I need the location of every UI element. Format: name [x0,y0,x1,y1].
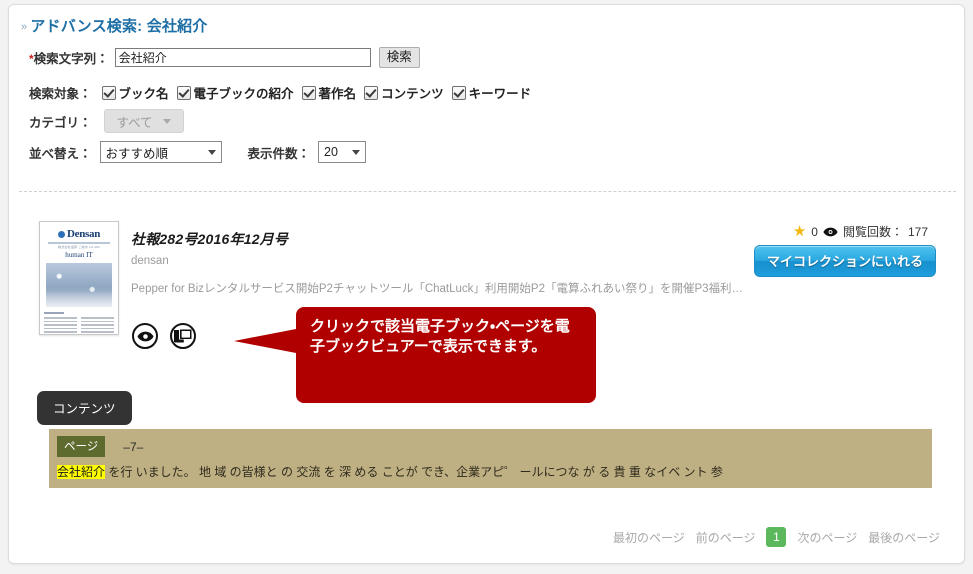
checkbox-author[interactable]: 著作名 [301,83,357,102]
content-hit-page-row: ページ –7– [57,436,924,457]
checkbox-label: コンテンツ [381,87,444,101]
pager-first[interactable]: 最初のページ [613,529,685,546]
book-thumbnail[interactable]: Densan 株式会社電算 ご案内 vol.282 human IT [39,221,119,335]
add-to-my-collection-button[interactable]: マイコレクションにいれる [753,245,936,277]
pager-next[interactable]: 次のページ [797,529,857,546]
keyword-row: *検索文字列： 検索 [29,47,420,68]
pager-prev[interactable]: 前のページ [696,529,756,546]
sort-row: 並べ替え： おすすめ順 表示件数： 20 [29,141,367,163]
content-hit-text: 会社紹介 を行 いました。 地 域 の皆様と の 交流 を 深 める ことが で… [57,463,924,480]
views-eye-icon [823,225,838,239]
checkbox-book-name[interactable]: ブック名 [101,83,169,102]
chevron-down-icon [352,149,361,155]
search-panel: »アドバンス検索: 会社紹介 *検索文字列： 検索 検索対象： ブック名 電子ブ… [8,4,965,564]
count-select-value: 20 [324,145,338,159]
keyword-label: *検索文字列： [29,48,109,67]
result-author: densan [131,255,169,267]
thumbnail-tagline: human IT [65,251,93,259]
logo-mark-icon [57,231,65,238]
preview-icon[interactable] [132,323,158,349]
thumbnail-caption-bar [44,312,64,314]
category-select-value: すべて [116,115,153,130]
tooltip-callout: クリックで該当電子ブック・ページを電子ブックビュアーで表示できます。 [234,307,596,403]
content-hit-box: ページ –7– 会社紹介 を行 いました。 地 域 の皆様と の 交流 を 深 … [49,429,932,488]
thumbnail-logo-text: Densan [66,228,101,240]
page-number: –7– [123,439,144,454]
checkbox-icon [176,85,191,100]
checkbox-keyword[interactable]: キーワード [451,83,532,102]
views-value: 177 [907,224,928,239]
checkbox-icon [451,85,466,100]
rating-value: 0 [811,224,818,239]
search-input[interactable] [114,48,371,67]
checkbox-contents[interactable]: コンテンツ [364,83,444,102]
tab-contents[interactable]: コンテンツ [37,391,132,425]
search-button[interactable]: 検索 [378,47,420,68]
views-label: 閲覧回数： [842,225,903,239]
page-title-text: アドバンス検索: 会社紹介 [30,18,208,35]
category-row: カテゴリ： すべて [29,109,184,133]
checkbox-label: ブック名 [118,87,169,101]
checkbox-icon [101,85,116,100]
tooltip-callout-text: クリックで該当電子ブック・ページを電子ブックビュアーで表示できます。 [310,318,570,356]
search-term-highlight: 会社紹介 [57,465,106,479]
checkbox-ebook-intro[interactable]: 電子ブックの紹介 [176,83,294,102]
pager-last[interactable]: 最後のページ [868,529,940,546]
checkbox-label: 著作名 [318,87,357,101]
thumbnail-photo [46,263,112,307]
search-targets-group: ブック名 電子ブックの紹介 著作名 コンテンツ キーワード [101,83,540,102]
category-select[interactable]: すべて [103,109,184,133]
search-targets-row: 検索対象： ブック名 電子ブックの紹介 著作名 コンテンツ キーワード [29,83,539,102]
star-icon: ★ [792,223,807,240]
thumbnail-column [44,317,77,334]
thumbnail-subtitle: 株式会社電算 ご案内 vol.282 [58,245,100,249]
viewer-icon[interactable] [170,323,196,349]
keyword-label-text: 検索文字列： [33,52,109,66]
sort-select[interactable]: おすすめ順 [99,141,222,163]
chevron-down-icon [162,118,171,124]
content-hit-snippet: を行 いました。 地 域 の皆様と の 交流 を 深 める ことが でき、企業ア… [105,465,723,479]
thumbnail-logo: Densan [48,228,110,240]
thumbnail-columns [44,317,114,334]
sort-select-value: おすすめ順 [105,146,169,161]
thumbnail-rule [48,242,110,244]
checkbox-label: キーワード [468,87,532,101]
thumbnail-text-block [44,312,114,334]
pager-page-1[interactable]: 1 [766,527,787,547]
result-action-icons [132,323,196,349]
checkbox-icon [301,85,316,100]
result-title[interactable]: 社報282号2016年12月号 [131,229,288,249]
result-meta: ★ 0 閲覧回数： 177 [793,223,928,240]
chevron-right-icon: » [21,21,28,33]
count-label: 表示件数： [247,146,311,161]
pagination: 最初のページ 前のページ 1 次のページ 最後のページ [613,527,940,547]
section-divider [19,191,956,192]
checkbox-icon [364,85,379,100]
app-window: »アドバンス検索: 会社紹介 *検索文字列： 検索 検索対象： ブック名 電子ブ… [0,0,973,574]
page-title: » アドバンス検索: 会社紹介 [21,15,208,36]
page-badge: ページ [57,436,106,457]
chevron-down-icon [207,149,216,155]
thumbnail-column [81,317,114,334]
count-select[interactable]: 20 [318,141,367,163]
result-description: Pepper for Bizレンタルサービス開始P2チャットツール「ChatLu… [131,283,751,295]
sort-label: 並べ替え： [29,146,92,161]
checkbox-label: 電子ブックの紹介 [193,87,294,101]
category-label: カテゴリ： [29,115,92,130]
search-targets-label: 検索対象： [29,87,92,101]
